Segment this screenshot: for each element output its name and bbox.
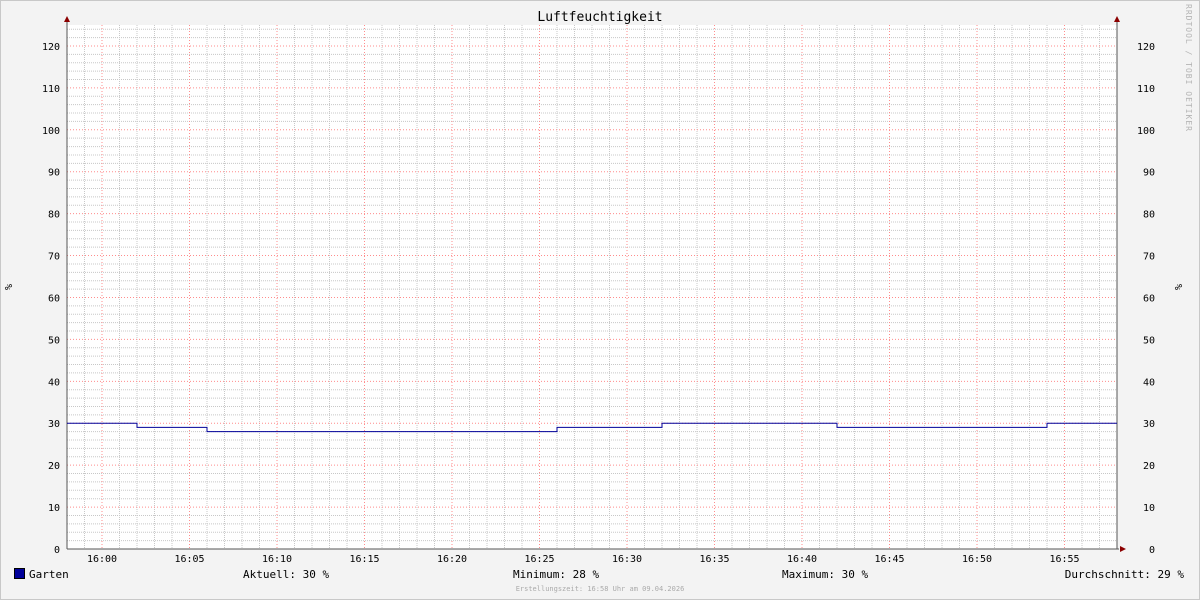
watermark: RRDTOOL / TOBI OETIKER xyxy=(1184,4,1193,132)
y-tick-label: 50 xyxy=(1143,335,1155,346)
y-tick-label: 70 xyxy=(1143,252,1155,263)
y-tick-label: 100 xyxy=(1137,126,1155,137)
y-tick-label: 80 xyxy=(1143,210,1155,221)
y-tick-label: 50 xyxy=(48,335,60,346)
y-tick-label: 10 xyxy=(48,503,60,514)
legend-swatch xyxy=(14,568,25,579)
y-tick-label: 110 xyxy=(42,84,60,95)
y-axis-label-left: % xyxy=(4,284,15,290)
y-tick-label: 40 xyxy=(1143,377,1155,388)
x-axis-arrow xyxy=(1120,546,1126,552)
y-tick-label: 40 xyxy=(48,377,60,388)
legend-series-name: Garten xyxy=(29,568,69,581)
x-tick-label: 16:35 xyxy=(699,554,729,565)
y-tick-label: 70 xyxy=(48,252,60,263)
y-tick-label: 0 xyxy=(54,545,60,556)
y-tick-labels-right: 0 10 20 30 40 50 60 70 80 90 100 110 120 xyxy=(1137,42,1155,556)
y-tick-label: 30 xyxy=(48,419,60,430)
y-tick-label: 100 xyxy=(42,126,60,137)
x-tick-label: 16:10 xyxy=(262,554,292,565)
legend-maximum: Maximum: 30 % xyxy=(782,568,869,581)
legend-average: Durchschnitt: 29 % xyxy=(1064,568,1184,581)
x-tick-label: 16:40 xyxy=(787,554,817,565)
legend-minimum: Minimum: 28 % xyxy=(513,568,600,581)
x-tick-label: 16:20 xyxy=(437,554,467,565)
y-tick-label: 20 xyxy=(48,461,60,472)
y-tick-label: 0 xyxy=(1149,545,1155,556)
x-tick-label: 16:50 xyxy=(962,554,992,565)
chart-title: Luftfeuchtigkeit xyxy=(537,10,663,25)
y-tick-label: 90 xyxy=(1143,168,1155,179)
x-tick-label: 16:05 xyxy=(174,554,204,565)
x-tick-label: 16:25 xyxy=(524,554,554,565)
y-tick-label: 60 xyxy=(1143,293,1155,304)
legend-current: Aktuell: 30 % xyxy=(243,568,330,581)
y-tick-label: 80 xyxy=(48,210,60,221)
y-tick-label: 20 xyxy=(1143,461,1155,472)
y-tick-label: 10 xyxy=(1143,503,1155,514)
y-tick-label: 30 xyxy=(1143,419,1155,430)
legend-series: Garten xyxy=(14,568,69,581)
y-tick-label: 120 xyxy=(42,42,60,53)
y-tick-label: 90 xyxy=(48,168,60,179)
chart: 0 10 20 30 40 50 60 70 80 90 100 110 120 0 10 20 30 40 50… xyxy=(4,16,1185,565)
x-tick-label: 16:15 xyxy=(349,554,379,565)
x-tick-label: 16:30 xyxy=(612,554,642,565)
x-tick-label: 16:45 xyxy=(874,554,904,565)
y-tick-label: 60 xyxy=(48,293,60,304)
x-tick-label: 16:00 xyxy=(87,554,117,565)
x-tick-label: 16:55 xyxy=(1049,554,1079,565)
creation-time: Erstellungszeit: 16:58 Uhr am 09.04.2026 xyxy=(515,585,685,593)
x-tick-labels: 16:00 16:05 16:10 16:15 16:20 16:25 16:30 16:35… xyxy=(87,554,1080,565)
y-tick-labels-left: 0 10 20 30 40 50 60 70 80 90 100 110 120 xyxy=(42,42,60,556)
y-tick-label: 110 xyxy=(1137,84,1155,95)
y-tick-label: 120 xyxy=(1137,42,1155,53)
y-axis-label-right: % xyxy=(1174,284,1185,290)
